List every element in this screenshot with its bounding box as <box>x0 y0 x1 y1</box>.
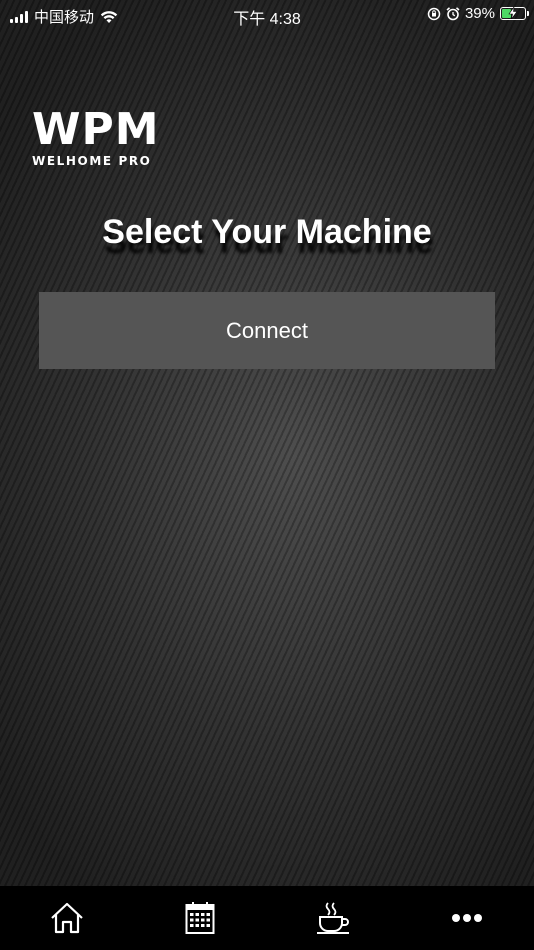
logo-wordmark: WPM <box>32 104 160 155</box>
orientation-lock-icon <box>427 7 441 20</box>
status-right: 39% <box>427 5 529 22</box>
tab-more[interactable] <box>427 886 507 950</box>
wpm-logo: WPM WELHOME PRO <box>32 104 172 169</box>
calendar-icon <box>185 902 215 934</box>
battery-percent: 39% <box>464 5 495 22</box>
connect-button[interactable]: Connect <box>39 292 495 369</box>
status-bar: 中国移动 下午 4:38 39% <box>0 0 534 30</box>
more-icon <box>452 914 483 922</box>
tab-calendar[interactable] <box>160 886 240 950</box>
tab-home[interactable] <box>27 886 107 950</box>
coffee-cup-icon <box>316 902 349 934</box>
tab-coffee[interactable] <box>294 886 374 950</box>
logo-subtitle: WELHOME PRO <box>32 154 152 168</box>
tab-bar <box>0 886 534 950</box>
page-title: Select Your Machine <box>102 213 432 251</box>
home-icon <box>50 902 83 934</box>
battery-charging-icon <box>500 7 529 20</box>
alarm-icon <box>446 6 460 20</box>
